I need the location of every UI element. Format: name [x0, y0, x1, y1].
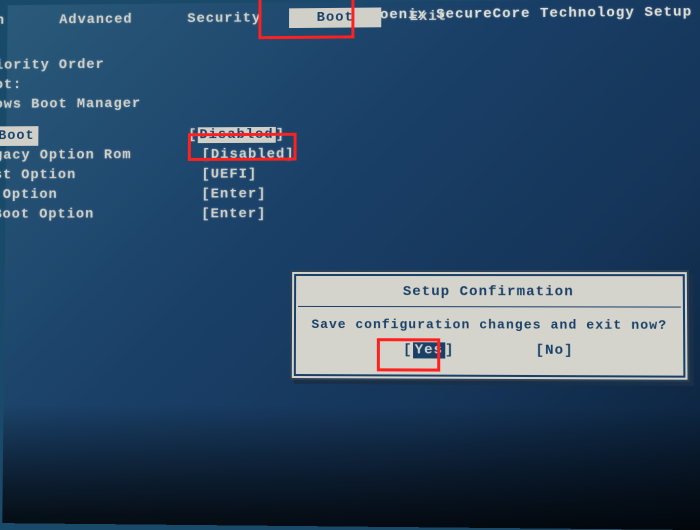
bracket-icon: ]	[257, 206, 266, 222]
bracket-icon: ]	[285, 147, 294, 163]
row-legacy-rom[interactable]: d Legacy Option Rom [Disabled]	[0, 145, 295, 166]
row-boot-option[interactable]: Boot Option [Enter]	[0, 184, 294, 205]
menu-boot[interactable]: Boot	[289, 7, 382, 28]
label-boot: [ Boot:	[0, 75, 22, 95]
bracket-icon: ]	[248, 167, 257, 183]
label-secure-boot: ure Boot	[0, 126, 39, 146]
menu-security[interactable]: Security	[160, 8, 289, 29]
menu-bar: n Advanced Security Boot Exit	[0, 7, 475, 31]
dialog-message: Save configuration changes and exit now?	[296, 307, 683, 341]
value-legacy-rom: Disabled	[211, 147, 285, 163]
row-secure-boot[interactable]: ure Boot [Disabled]	[0, 125, 295, 146]
label-boot-option: Boot Option	[0, 185, 201, 205]
bracket-icon: ]	[445, 342, 454, 358]
no-label: No	[545, 343, 564, 359]
no-button[interactable]: [No]	[535, 343, 573, 359]
row-list-option[interactable]: t List Option [UEFI]	[0, 165, 295, 186]
dialog-button-row: [Yes] [No]	[296, 340, 683, 359]
value-delete-boot: Enter	[211, 206, 258, 222]
yes-button[interactable]: [Yes]	[403, 342, 454, 358]
label-delete-boot: ete Boot Option	[0, 204, 201, 224]
bracket-icon: ]	[257, 186, 266, 202]
value-secure-boot: Disabled	[197, 127, 275, 143]
value-list-option: UEFI	[211, 167, 248, 183]
yes-label: Yes	[413, 342, 445, 358]
menu-exit[interactable]: Exit	[382, 7, 475, 28]
value-boot-option: Enter	[211, 186, 258, 202]
dialog-title: Setup Confirmation	[298, 280, 681, 308]
label-wbm: Windows Boot Manager	[0, 94, 141, 115]
bracket-icon: [	[403, 342, 412, 358]
text-line: Windows Boot Manager	[0, 93, 295, 115]
setup-confirmation-dialog: Setup Confirmation Save configuration ch…	[290, 270, 690, 382]
label-priority: t Priority Order	[0, 55, 105, 76]
row-delete-boot[interactable]: ete Boot Option [Enter]	[0, 204, 294, 224]
bios-screen: Phoenix SecureCore Technology Setup n Ad…	[2, 0, 700, 530]
label-legacy-rom: d Legacy Option Rom	[0, 145, 202, 166]
menu-main[interactable]: n	[0, 11, 32, 31]
bracket-icon: [	[535, 343, 545, 359]
settings-panel: t Priority Order [ Boot: Windows Boot Ma…	[0, 54, 295, 225]
menu-advanced[interactable]: Advanced	[32, 10, 160, 31]
vignette	[2, 404, 700, 530]
bracket-icon: [	[188, 127, 197, 143]
bracket-icon: ]	[564, 343, 574, 359]
text-line: [ Boot:	[0, 73, 295, 95]
text-line: t Priority Order	[0, 54, 295, 76]
label-list-option: t List Option	[0, 165, 202, 186]
bracket-icon: ]	[276, 127, 285, 143]
